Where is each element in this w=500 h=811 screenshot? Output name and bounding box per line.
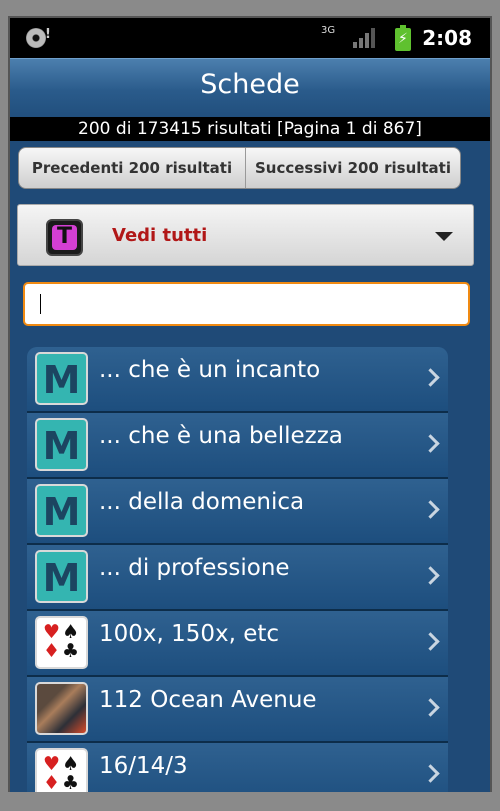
- device-bottom-edge: [0, 792, 500, 811]
- text-cursor: [40, 294, 41, 314]
- status-bar: ! 3G ⚡ 2:08: [10, 18, 490, 58]
- chevron-right-icon: [421, 368, 440, 387]
- next-page-button[interactable]: Successivi 200 risultati: [246, 148, 460, 188]
- m-app-icon: M: [35, 484, 88, 537]
- chevron-right-icon: [421, 566, 440, 585]
- list-item[interactable]: M ... che è una bellezza: [27, 413, 448, 479]
- m-app-icon: M: [35, 550, 88, 603]
- pagination-bar: Precedenti 200 risultati Successivi 200 …: [18, 147, 461, 189]
- chevron-right-icon: [421, 632, 440, 651]
- dropdown-arrow-icon: [435, 232, 453, 241]
- list-item[interactable]: M ... che è un incanto: [27, 347, 448, 413]
- list-item-label: ... di professione: [99, 555, 290, 581]
- title-bar: Schede: [10, 58, 490, 118]
- list-item[interactable]: M ... della domenica: [27, 479, 448, 545]
- filter-selected-label: Vedi tutti: [112, 225, 208, 246]
- chevron-right-icon: [421, 434, 440, 453]
- category-filter-dropdown[interactable]: T Vedi tutti: [17, 204, 474, 266]
- app-window: ! 3G ⚡ 2:08 Schede 200 di 173415 risulta…: [10, 18, 490, 800]
- list-item-label: 112 Ocean Avenue: [99, 687, 317, 713]
- list-item-label: ... della domenica: [99, 489, 305, 515]
- list-item-label: ... che è un incanto: [99, 357, 321, 383]
- search-input[interactable]: [23, 282, 470, 326]
- list-item[interactable]: 112 Ocean Avenue: [27, 677, 448, 743]
- list-item-label: 16/14/3: [99, 753, 188, 779]
- list-item[interactable]: ♥ ♠ ♦ ♣ 100x, 150x, etc: [27, 611, 448, 677]
- cards-icon: ♥ ♠ ♦ ♣: [35, 616, 88, 669]
- list-item[interactable]: M ... di professione: [27, 545, 448, 611]
- category-t-icon: T: [46, 219, 83, 256]
- m-app-icon: M: [35, 352, 88, 405]
- results-summary: 200 di 173415 risultati [Pagina 1 di 867…: [10, 117, 490, 141]
- list-item-label: 100x, 150x, etc: [99, 621, 280, 647]
- list-item-label: ... che è una bellezza: [99, 423, 343, 449]
- previous-page-button[interactable]: Precedenti 200 risultati: [19, 148, 246, 188]
- sd-card-icon: !: [26, 26, 52, 50]
- results-list: M ... che è un incanto M ... che è una b…: [27, 347, 448, 800]
- page-title: Schede: [200, 69, 300, 100]
- status-clock: 2:08: [422, 26, 472, 50]
- ocean-avenue-icon: [35, 682, 88, 735]
- network-type-indicator: 3G: [321, 25, 336, 36]
- chevron-right-icon: [421, 698, 440, 717]
- chevron-right-icon: [421, 500, 440, 519]
- battery-charging-icon: ⚡: [395, 25, 411, 51]
- signal-strength-icon: [353, 28, 377, 48]
- m-app-icon: M: [35, 418, 88, 471]
- chevron-right-icon: [421, 764, 440, 783]
